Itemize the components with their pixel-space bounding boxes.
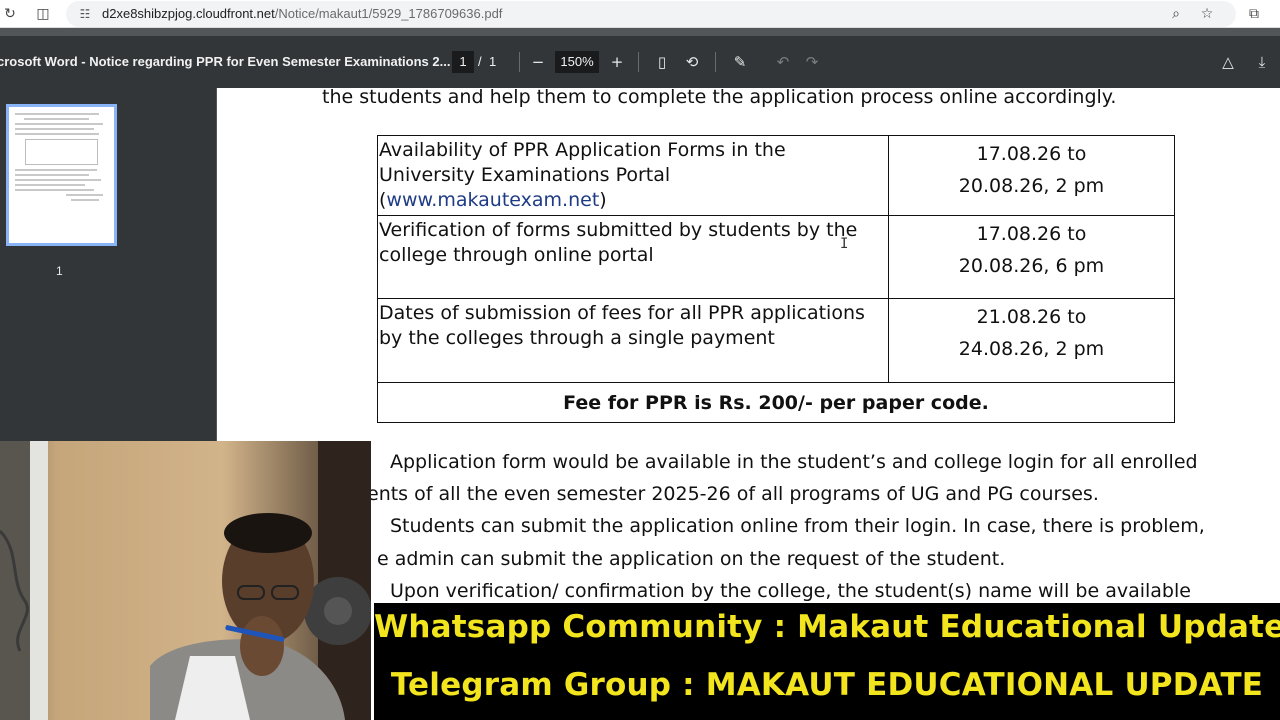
fee-note: Fee for PPR is Rs. 200/- per paper code. xyxy=(377,382,1175,423)
url-text[interactable]: d2xe8shibzpjog.cloudfront.net/Notice/mak… xyxy=(102,6,502,21)
webcam-overlay xyxy=(0,441,371,720)
paragraph-line: e admin can submit the application on th… xyxy=(377,548,1006,570)
undo-icon[interactable]: ↶ xyxy=(771,50,795,74)
page-total: 1 xyxy=(489,54,497,69)
table-cell-date: 17.08.26 to 20.08.26, 6 pm xyxy=(888,215,1175,299)
toolbar-divider xyxy=(519,52,520,72)
date-start: 17.08.26 to xyxy=(976,223,1087,245)
zoom-out-icon[interactable]: − xyxy=(526,50,550,74)
rotate-icon[interactable]: ⟲ xyxy=(680,50,704,74)
table-row: Availability of PPR Application Forms in… xyxy=(377,135,1175,216)
table-row: Dates of submission of fees for all PPR … xyxy=(377,298,1175,383)
ppr-schedule-table: Availability of PPR Application Forms in… xyxy=(377,135,1175,423)
screen: ↻ ◫ ☷ d2xe8shibzpjog.cloudfront.net/Noti… xyxy=(0,0,1280,720)
table-row: Verification of forms submitted by stude… xyxy=(377,215,1175,299)
zoom-icon[interactable]: ⌕ xyxy=(1167,5,1185,23)
download-icon[interactable]: ⤓ xyxy=(1250,50,1274,74)
presenter-video-frame xyxy=(0,441,371,720)
promo-banner: Whatsapp Community : Makaut Educational … xyxy=(374,603,1280,720)
page-number-input[interactable]: 1 xyxy=(452,51,474,73)
url-path: /Notice/makaut1/5929_1786709636.pdf xyxy=(274,6,503,21)
pdf-toolbar: crosoft Word - Notice regarding PPR for … xyxy=(0,36,1280,88)
portal-link[interactable]: www.makautexam.net xyxy=(386,189,599,211)
table-cell-date: 21.08.26 to 24.08.26, 2 pm xyxy=(888,298,1175,383)
date-end: 20.08.26, 2 pm xyxy=(958,175,1105,197)
date-end: 20.08.26, 6 pm xyxy=(958,255,1105,277)
date-start: 17.08.26 to xyxy=(976,143,1087,165)
redo-icon[interactable]: ↷ xyxy=(800,50,824,74)
fit-page-icon[interactable]: ▯ xyxy=(650,50,674,74)
site-info-icon[interactable]: ☷ xyxy=(76,5,94,23)
drive-save-icon[interactable]: △ xyxy=(1216,50,1240,74)
reload-icon[interactable]: ↻ xyxy=(1,5,19,23)
page-separator: / xyxy=(478,54,482,69)
table-cell-description: Dates of submission of fees for all PPR … xyxy=(377,298,889,383)
annotate-icon[interactable]: ✎ xyxy=(728,50,752,74)
paragraph-line: Application form would be available in t… xyxy=(390,451,1198,473)
telegram-group-text: Telegram Group : MAKAUT EDUCATIONAL UPDA… xyxy=(390,667,1264,703)
page-thumbnail[interactable] xyxy=(6,104,117,246)
table-cell-description: Availability of PPR Application Forms in… xyxy=(377,135,889,216)
toolbar-divider xyxy=(638,52,639,72)
description-text: ) xyxy=(599,189,607,211)
paragraph-line: Students can submit the application onli… xyxy=(390,515,1205,537)
omnibox[interactable]: ☷ d2xe8shibzpjog.cloudfront.net/Notice/m… xyxy=(66,1,1236,27)
table-cell-description: Verification of forms submitted by stude… xyxy=(377,215,889,299)
bookmark-star-icon[interactable]: ☆ xyxy=(1198,5,1216,23)
extensions-icon[interactable]: ⧉ xyxy=(1245,5,1263,23)
date-start: 21.08.26 to xyxy=(976,306,1087,328)
zoom-in-icon[interactable]: + xyxy=(605,50,629,74)
table-row: Fee for PPR is Rs. 200/- per paper code. xyxy=(377,382,1175,423)
browser-address-bar: ↻ ◫ ☷ d2xe8shibzpjog.cloudfront.net/Noti… xyxy=(0,0,1280,28)
url-host: d2xe8shibzpjog.cloudfront.net xyxy=(102,6,275,21)
document-title: crosoft Word - Notice regarding PPR for … xyxy=(0,54,451,69)
whatsapp-community-text: Whatsapp Community : Makaut Educational … xyxy=(374,609,1280,645)
zoom-level-input[interactable]: 150% xyxy=(555,51,599,73)
split-view-icon[interactable]: ◫ xyxy=(34,5,52,23)
table-cell-date: 17.08.26 to 20.08.26, 2 pm xyxy=(888,135,1175,216)
text-cursor-icon: I xyxy=(840,236,849,252)
date-end: 24.08.26, 2 pm xyxy=(958,338,1105,360)
thumbnail-page-label: 1 xyxy=(56,264,63,278)
toolbar-divider xyxy=(715,52,716,72)
intro-line: the students and help them to complete t… xyxy=(322,88,1117,108)
paragraph-line: ents of all the even semester 2025-26 of… xyxy=(367,483,1099,505)
